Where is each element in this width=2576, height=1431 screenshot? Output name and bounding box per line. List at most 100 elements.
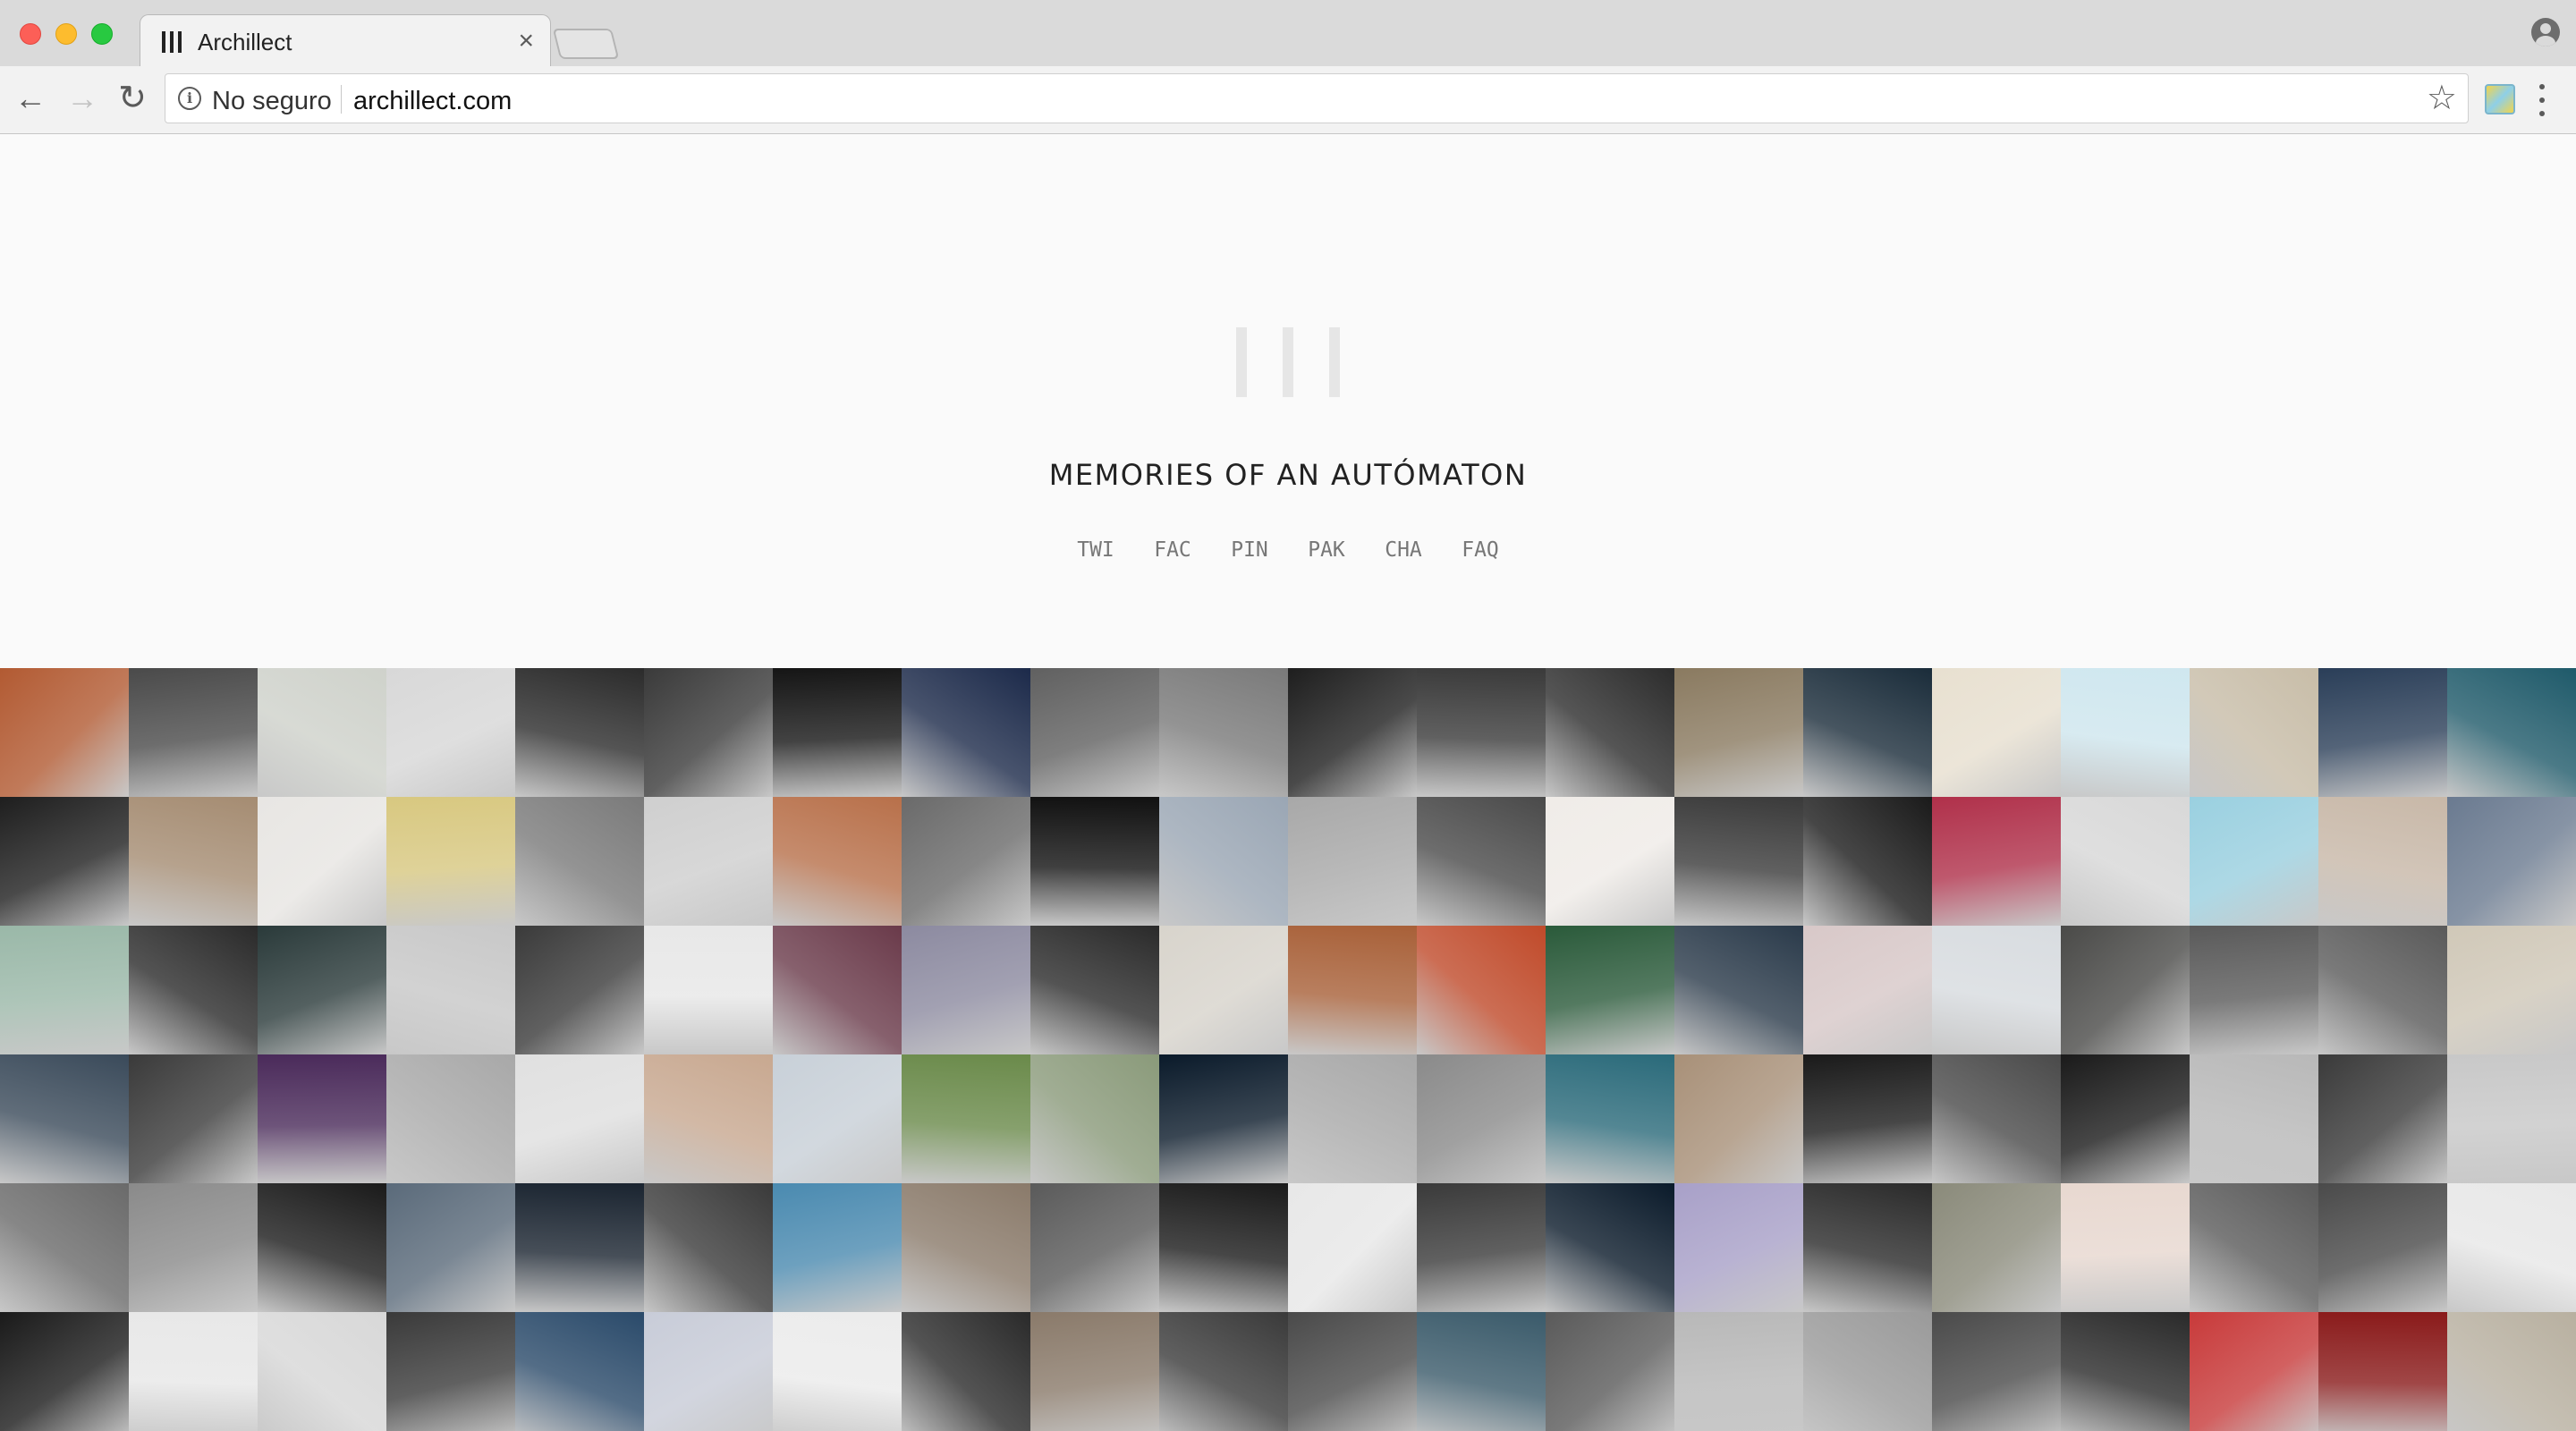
image-thumbnail[interactable]: [515, 797, 644, 926]
image-thumbnail[interactable]: [2447, 797, 2576, 926]
image-thumbnail[interactable]: [258, 668, 386, 797]
image-thumbnail[interactable]: [2190, 668, 2318, 797]
image-thumbnail[interactable]: [2318, 1312, 2447, 1431]
image-thumbnail[interactable]: [1546, 668, 1674, 797]
image-thumbnail[interactable]: [1030, 668, 1159, 797]
image-thumbnail[interactable]: [1932, 797, 2061, 926]
image-thumbnail[interactable]: [1674, 668, 1803, 797]
back-arrow-icon[interactable]: ←: [11, 79, 50, 118]
image-thumbnail[interactable]: [0, 1054, 129, 1183]
image-thumbnail[interactable]: [644, 1183, 773, 1312]
image-thumbnail[interactable]: [2061, 1183, 2190, 1312]
social-link-pak[interactable]: PAK: [1288, 538, 1365, 562]
image-thumbnail[interactable]: [258, 926, 386, 1054]
image-thumbnail[interactable]: [2061, 668, 2190, 797]
image-thumbnail[interactable]: [1030, 926, 1159, 1054]
image-thumbnail[interactable]: [2190, 1054, 2318, 1183]
social-link-faq[interactable]: FAQ: [1442, 538, 1519, 562]
image-thumbnail[interactable]: [0, 926, 129, 1054]
image-thumbnail[interactable]: [2318, 926, 2447, 1054]
image-thumbnail[interactable]: [644, 1054, 773, 1183]
image-thumbnail[interactable]: [386, 1183, 515, 1312]
image-thumbnail[interactable]: [258, 797, 386, 926]
image-thumbnail[interactable]: [773, 797, 902, 926]
image-thumbnail[interactable]: [1932, 926, 2061, 1054]
tab-close-button[interactable]: ×: [518, 26, 534, 56]
image-thumbnail[interactable]: [1803, 797, 1932, 926]
image-thumbnail[interactable]: [1674, 1312, 1803, 1431]
image-thumbnail[interactable]: [258, 1312, 386, 1431]
image-thumbnail[interactable]: [2061, 797, 2190, 926]
image-thumbnail[interactable]: [773, 668, 902, 797]
image-thumbnail[interactable]: [1030, 1054, 1159, 1183]
image-thumbnail[interactable]: [1932, 1312, 2061, 1431]
image-thumbnail[interactable]: [902, 797, 1030, 926]
image-thumbnail[interactable]: [2061, 926, 2190, 1054]
image-thumbnail[interactable]: [2318, 1183, 2447, 1312]
image-thumbnail[interactable]: [2190, 1312, 2318, 1431]
image-thumbnail[interactable]: [773, 1054, 902, 1183]
image-thumbnail[interactable]: [1417, 1312, 1546, 1431]
image-thumbnail[interactable]: [902, 926, 1030, 1054]
image-thumbnail[interactable]: [902, 668, 1030, 797]
image-thumbnail[interactable]: [1288, 926, 1417, 1054]
image-thumbnail[interactable]: [1159, 926, 1288, 1054]
image-thumbnail[interactable]: [1030, 797, 1159, 926]
image-thumbnail[interactable]: [129, 1312, 258, 1431]
image-thumbnail[interactable]: [1288, 1312, 1417, 1431]
social-link-twi[interactable]: TWI: [1057, 538, 1134, 562]
new-tab-button[interactable]: [552, 29, 620, 59]
url-text[interactable]: archillect.com: [353, 87, 512, 116]
image-thumbnail[interactable]: [0, 1183, 129, 1312]
image-thumbnail[interactable]: [1288, 1183, 1417, 1312]
image-thumbnail[interactable]: [1417, 1054, 1546, 1183]
image-thumbnail[interactable]: [902, 1183, 1030, 1312]
image-thumbnail[interactable]: [2061, 1312, 2190, 1431]
image-thumbnail[interactable]: [258, 1054, 386, 1183]
image-thumbnail[interactable]: [1803, 926, 1932, 1054]
image-thumbnail[interactable]: [515, 1312, 644, 1431]
image-thumbnail[interactable]: [644, 797, 773, 926]
image-thumbnail[interactable]: [1803, 1054, 1932, 1183]
image-thumbnail[interactable]: [2447, 668, 2576, 797]
image-thumbnail[interactable]: [1159, 668, 1288, 797]
image-thumbnail[interactable]: [1546, 1312, 1674, 1431]
image-thumbnail[interactable]: [129, 926, 258, 1054]
image-thumbnail[interactable]: [1159, 797, 1288, 926]
image-thumbnail[interactable]: [386, 1054, 515, 1183]
image-thumbnail[interactable]: [1803, 1183, 1932, 1312]
social-link-fac[interactable]: FAC: [1134, 538, 1211, 562]
image-thumbnail[interactable]: [386, 797, 515, 926]
image-thumbnail[interactable]: [1674, 797, 1803, 926]
minimize-window-button[interactable]: [55, 23, 77, 45]
image-thumbnail[interactable]: [2190, 1183, 2318, 1312]
image-thumbnail[interactable]: [2318, 668, 2447, 797]
forward-arrow-icon[interactable]: →: [63, 79, 102, 118]
image-thumbnail[interactable]: [644, 1312, 773, 1431]
image-thumbnail[interactable]: [386, 1312, 515, 1431]
image-thumbnail[interactable]: [902, 1312, 1030, 1431]
image-thumbnail[interactable]: [515, 1183, 644, 1312]
image-thumbnail[interactable]: [1932, 668, 2061, 797]
image-thumbnail[interactable]: [1417, 668, 1546, 797]
image-thumbnail[interactable]: [644, 668, 773, 797]
image-thumbnail[interactable]: [2318, 797, 2447, 926]
image-thumbnail[interactable]: [0, 668, 129, 797]
image-thumbnail[interactable]: [1932, 1183, 2061, 1312]
image-thumbnail[interactable]: [515, 1054, 644, 1183]
image-thumbnail[interactable]: [1546, 1054, 1674, 1183]
image-thumbnail[interactable]: [773, 1183, 902, 1312]
image-thumbnail[interactable]: [1288, 797, 1417, 926]
image-thumbnail[interactable]: [1417, 1183, 1546, 1312]
social-link-pin[interactable]: PIN: [1211, 538, 1288, 562]
image-thumbnail[interactable]: [1288, 1054, 1417, 1183]
security-label[interactable]: No seguro: [212, 87, 332, 116]
image-thumbnail[interactable]: [1159, 1183, 1288, 1312]
image-thumbnail[interactable]: [1674, 1054, 1803, 1183]
image-thumbnail[interactable]: [129, 1054, 258, 1183]
image-thumbnail[interactable]: [773, 1312, 902, 1431]
image-thumbnail[interactable]: [644, 926, 773, 1054]
image-thumbnail[interactable]: [2318, 1054, 2447, 1183]
image-thumbnail[interactable]: [515, 926, 644, 1054]
image-thumbnail[interactable]: [1288, 668, 1417, 797]
